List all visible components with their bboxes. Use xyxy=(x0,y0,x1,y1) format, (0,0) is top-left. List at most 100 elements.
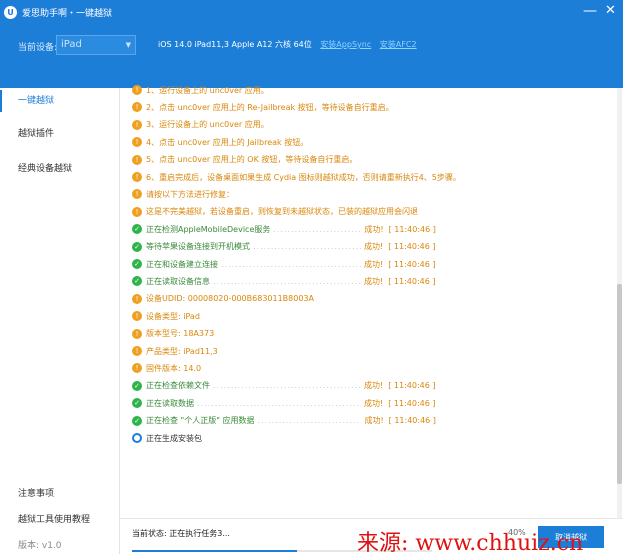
log-line: ! 版本型号: 18A373 xyxy=(132,326,214,342)
scrollbar[interactable] xyxy=(617,88,622,518)
log-text: 请按以下方法进行修复： xyxy=(146,189,234,199)
log-result: 成功! xyxy=(364,381,384,391)
sidebar-item-plugins[interactable]: 越狱插件 xyxy=(0,123,120,145)
log-line: ! 请按以下方法进行修复： xyxy=(132,186,234,202)
install-afc2-link[interactable]: 安装AFC2 xyxy=(380,40,417,49)
log-result: 成功! xyxy=(364,276,384,286)
log-text: 正在和设备建立连接 xyxy=(146,259,218,269)
log-line: ✓ 正在读取数据.................................… xyxy=(132,395,435,411)
log-line: 正在生成安装包 xyxy=(132,430,202,446)
warning-icon: ! xyxy=(132,346,142,356)
log-dots: .................................... xyxy=(253,242,361,252)
log-text: 4、点击 unc0ver 应用上的 Jailbreak 按钮。 xyxy=(146,137,309,147)
warning-icon: ! xyxy=(132,102,142,113)
log-text: 这是不完美越狱，若设备重启，则恢复到未越狱状态，已装的越狱应用会闪退 xyxy=(146,207,418,217)
log-dots: ................................... xyxy=(257,416,361,426)
log-text: 正在检查 "个人正版" 应用数据 xyxy=(146,416,255,426)
check-icon: ✓ xyxy=(132,241,142,252)
sidebar-item-classic[interactable]: 经典设备越狱 xyxy=(0,158,120,180)
log-result: 成功! xyxy=(364,416,384,426)
log-line: ✓ 正在读取设备信息...............................… xyxy=(132,273,435,289)
running-icon xyxy=(132,433,142,443)
check-icon: ✓ xyxy=(132,398,142,409)
warning-icon: ! xyxy=(132,154,142,165)
title-bar: U 爱思助手啊・一键越狱 — ✕ xyxy=(0,0,623,24)
log-line: ✓ 正在检查依赖文件...............................… xyxy=(132,378,435,394)
warning-icon: ! xyxy=(132,311,142,322)
log-time: [ 11:40:46 ] xyxy=(388,224,436,234)
log-text: 设备类型: iPad xyxy=(146,311,200,321)
sidebar-item-jailbreak[interactable]: 一键越狱 xyxy=(0,90,120,112)
log-time: [ 11:40:46 ] xyxy=(388,242,436,252)
log-text: 6、重启完成后，设备桌面如果生成 Cydia 图标则越狱成功，否则请重新执行4、… xyxy=(146,172,461,182)
log-panel: ! 1、运行设备上的 unc0ver 应用。 ! 2、点击 unc0ver 应用上的 … xyxy=(120,82,615,512)
log-result: 成功! xyxy=(364,224,384,234)
log-text: 5、点击 unc0ver 应用上的 OK 按钮，等待设备自行重启。 xyxy=(146,155,358,165)
close-button[interactable]: ✕ xyxy=(605,2,616,20)
check-icon: ✓ xyxy=(132,276,142,287)
warning-icon: ! xyxy=(132,172,142,182)
log-text: 固件版本: 14.0 xyxy=(146,363,202,373)
watermark: 来源: www.chhuiz.cn xyxy=(357,531,584,554)
warning-icon: ! xyxy=(132,328,142,339)
status-text: 当前状态: 正在执行任务3... xyxy=(132,529,230,538)
device-select-value: iPad xyxy=(61,39,82,50)
log-dots: .............................. xyxy=(273,224,361,234)
log-text: 版本型号: 18A373 xyxy=(146,329,215,339)
log-time: [ 11:40:46 ] xyxy=(388,398,436,408)
progress-fill xyxy=(132,550,297,552)
install-appsync-link[interactable]: 安装AppSync xyxy=(320,40,371,49)
log-result: 成功! xyxy=(364,259,384,269)
log-line: ! 4、点击 unc0ver 应用上的 Jailbreak 按钮。 xyxy=(132,134,308,150)
log-text: 正在读取数据 xyxy=(146,398,194,408)
log-text: 3、运行设备上的 unc0ver 应用。 xyxy=(146,120,269,130)
log-line: ! 设备类型: iPad xyxy=(132,308,200,324)
log-line: ! 设备UDID: 00008020-000B683011B8003A xyxy=(132,291,314,307)
sidebar-item-tutorial[interactable]: 越狱工具使用教程 xyxy=(0,509,120,531)
log-line: ! 产品类型: iPad11,3 xyxy=(132,343,218,359)
warning-icon: ! xyxy=(132,189,142,200)
log-line: ✓ 正在检测AppleMobileDevice服务................… xyxy=(132,221,436,237)
log-text: 1、运行设备上的 unc0ver 应用。 xyxy=(146,85,269,95)
window-title: 爱思助手啊・一键越狱 xyxy=(22,8,113,19)
log-line: ! 固件版本: 14.0 xyxy=(132,360,201,376)
log-line: ! 5、点击 unc0ver 应用上的 OK 按钮，等待设备自行重启。 xyxy=(132,152,357,168)
device-label: 当前设备: xyxy=(18,43,58,53)
check-icon: ✓ xyxy=(132,415,142,426)
log-text: 正在检测AppleMobileDevice服务 xyxy=(146,224,271,234)
check-icon: ✓ xyxy=(132,380,142,391)
device-info: iOS 14.0 iPad11,3 Apple A12 六核 64位 安装App… xyxy=(158,39,417,50)
log-text: 设备UDID: 00008020-000B683011B8003A xyxy=(146,294,314,304)
log-line: ! 6、重启完成后，设备桌面如果生成 Cydia 图标则越狱成功，否则请重新执行4… xyxy=(132,169,461,185)
warning-icon: ! xyxy=(132,85,142,95)
log-text: 产品类型: iPad11,3 xyxy=(146,346,218,356)
log-dots: ........................................… xyxy=(221,259,361,269)
log-line: ! 这是不完美越狱，若设备重启，则恢复到未越狱状态，已装的越狱应用会闪退 xyxy=(132,204,418,220)
log-dots: ........................................… xyxy=(197,398,361,408)
device-select[interactable]: iPad ▼ xyxy=(56,35,136,55)
log-line: ✓ 等待苹果设备连接到开机模式..........................… xyxy=(132,239,435,255)
log-text: 正在读取设备信息 xyxy=(146,276,210,286)
warning-icon: ! xyxy=(132,363,142,374)
sidebar-item-notes[interactable]: 注意事项 xyxy=(0,483,120,505)
log-result: 成功! xyxy=(364,242,384,252)
warning-icon: ! xyxy=(132,293,142,304)
warning-icon: ! xyxy=(132,119,142,130)
chevron-down-icon: ▼ xyxy=(125,41,131,49)
scrollbar-thumb[interactable] xyxy=(617,284,622,484)
device-info-text: iOS 14.0 iPad11,3 Apple A12 六核 64位 xyxy=(158,40,312,49)
log-line: ✓ 正在检查 "个人正版" 应用数据.......................… xyxy=(132,413,436,429)
minimize-button[interactable]: — xyxy=(583,2,597,20)
check-icon: ✓ xyxy=(132,259,142,269)
log-time: [ 11:40:46 ] xyxy=(388,381,436,391)
warning-icon: ! xyxy=(132,137,142,148)
log-dots: ........................................… xyxy=(213,276,361,286)
log-line: ! 2、点击 unc0ver 应用上的 Re-Jailbreak 按钮，等待设备自… xyxy=(132,99,394,115)
log-line: ✓ 正在和设备建立连接..............................… xyxy=(132,256,435,272)
device-bar: 当前设备: iPad ▼ iOS 14.0 iPad11,3 Apple A12… xyxy=(0,24,623,88)
app-logo-icon: U xyxy=(4,5,17,19)
check-icon: ✓ xyxy=(132,224,142,235)
log-line: ! 3、运行设备上的 unc0ver 应用。 xyxy=(132,117,269,133)
sidebar: 一键越狱 越狱插件 经典设备越狱 注意事项 越狱工具使用教程 版本: v1.0 xyxy=(0,88,120,554)
log-dots: ........................................… xyxy=(213,381,361,391)
